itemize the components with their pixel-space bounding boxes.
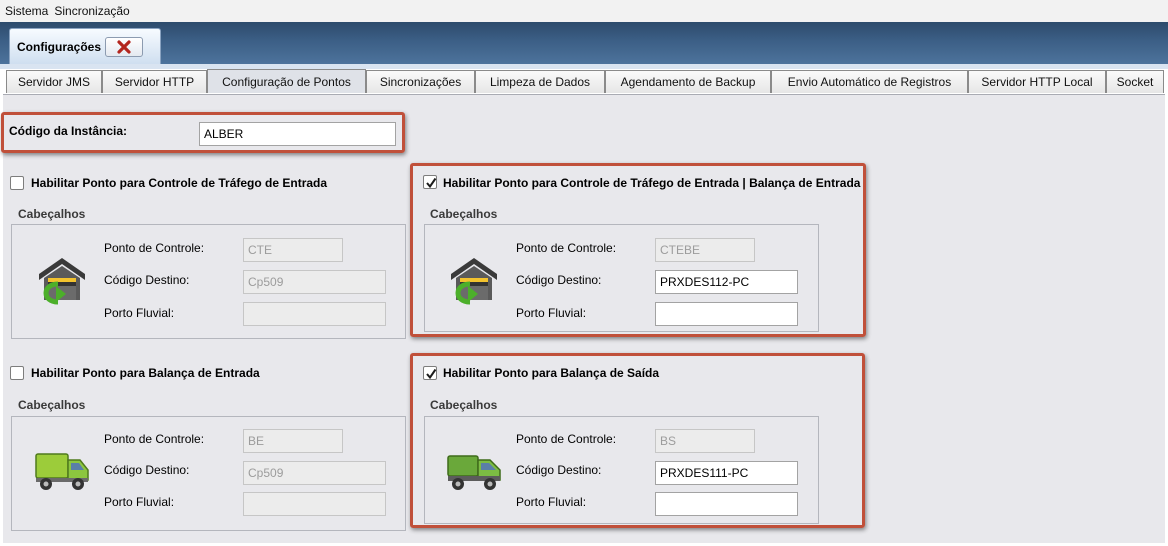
porto-fluvial-label: Porto Fluvial: bbox=[516, 495, 587, 509]
header-trafego-entrada: Cabeçalhos bbox=[18, 207, 86, 221]
instance-code-input[interactable]: ALBER bbox=[199, 122, 396, 146]
config-tabs: Servidor JMS Servidor HTTP Configuração … bbox=[0, 69, 1168, 94]
tab-servidor-http[interactable]: Servidor HTTP bbox=[102, 70, 207, 93]
checkmark-icon bbox=[426, 368, 437, 380]
porto-fluvial-label: Porto Fluvial: bbox=[104, 495, 175, 509]
tab-socket[interactable]: Socket bbox=[1106, 70, 1164, 93]
checkbox-trafego-balanca-entrada[interactable] bbox=[423, 175, 437, 189]
checkmark-icon bbox=[426, 177, 437, 189]
porto-fluvial-input[interactable] bbox=[243, 492, 386, 516]
header-trafego-balanca-entrada: Cabeçalhos bbox=[430, 207, 498, 221]
tab-envio-automatico-de-registros[interactable]: Envio Automático de Registros bbox=[771, 70, 968, 93]
menu-bar: Sistema Sincronização bbox=[0, 0, 1168, 22]
app-tab-label: Configurações bbox=[17, 39, 102, 54]
close-icon bbox=[117, 39, 131, 54]
header-balanca-saida: Cabeçalhos bbox=[430, 398, 498, 412]
porto-fluvial-label: Porto Fluvial: bbox=[104, 306, 175, 320]
close-tab-button[interactable] bbox=[105, 36, 144, 57]
ponto-controle-input[interactable]: CTEBE bbox=[655, 238, 755, 262]
codigo-destino-input[interactable]: Cp509 bbox=[243, 270, 386, 294]
codigo-destino-label: Código Destino: bbox=[516, 463, 602, 477]
porto-fluvial-label: Porto Fluvial: bbox=[516, 306, 587, 320]
tab-servidor-jms[interactable]: Servidor JMS bbox=[6, 70, 102, 93]
menu-sincronizacao[interactable]: Sincronização bbox=[54, 4, 129, 18]
tab-agendamento-de-backup[interactable]: Agendamento de Backup bbox=[605, 70, 771, 93]
instance-label: Código da Instância: bbox=[9, 124, 128, 138]
app-tab-bar: Configurações bbox=[0, 22, 1168, 64]
garage-arrow-icon bbox=[451, 258, 497, 305]
tab-servidor-http-local[interactable]: Servidor HTTP Local bbox=[968, 70, 1106, 93]
checkbox-trafego-entrada-label: Habilitar Ponto para Controle de Tráfego… bbox=[31, 176, 328, 190]
checkbox-balanca-entrada-label: Habilitar Ponto para Balança de Entrada bbox=[31, 366, 260, 380]
porto-fluvial-input[interactable] bbox=[655, 302, 798, 326]
porto-fluvial-input[interactable] bbox=[655, 492, 798, 516]
ponto-controle-label: Ponto de Controle: bbox=[104, 241, 205, 255]
codigo-destino-label: Código Destino: bbox=[104, 273, 190, 287]
app-tab-configuracoes[interactable]: Configurações bbox=[9, 28, 161, 64]
codigo-destino-input[interactable]: PRXDES112-PC bbox=[655, 270, 798, 294]
checkbox-trafego-entrada[interactable] bbox=[10, 176, 24, 190]
ponto-controle-input[interactable]: BE bbox=[243, 429, 343, 453]
ponto-controle-label: Ponto de Controle: bbox=[104, 432, 205, 446]
codigo-destino-input[interactable]: Cp509 bbox=[243, 461, 386, 485]
codigo-destino-label: Código Destino: bbox=[516, 273, 602, 287]
tab-configuracao-de-pontos[interactable]: Configuração de Pontos bbox=[207, 69, 366, 93]
ponto-controle-label: Ponto de Controle: bbox=[516, 432, 617, 446]
truck-icon bbox=[35, 453, 89, 490]
porto-fluvial-input[interactable] bbox=[243, 302, 386, 326]
garage-arrow-icon bbox=[39, 258, 85, 305]
ponto-controle-input[interactable]: CTE bbox=[243, 238, 343, 262]
tab-sincronizacoes[interactable]: Sincronizações bbox=[366, 70, 475, 93]
ponto-controle-input[interactable]: BS bbox=[655, 429, 755, 453]
checkbox-trafego-balanca-entrada-label: Habilitar Ponto para Controle de Tráfego… bbox=[443, 176, 861, 190]
checkbox-balanca-entrada[interactable] bbox=[10, 366, 24, 380]
tab-limpeza-de-dados[interactable]: Limpeza de Dados bbox=[475, 70, 605, 93]
checkbox-balanca-saida-label: Habilitar Ponto para Balança de Saída bbox=[443, 366, 660, 380]
codigo-destino-label: Código Destino: bbox=[104, 463, 190, 477]
checkbox-balanca-saida[interactable] bbox=[423, 366, 437, 380]
truck-icon bbox=[447, 455, 501, 490]
menu-sistema[interactable]: Sistema bbox=[5, 4, 48, 18]
header-balanca-entrada: Cabeçalhos bbox=[18, 398, 86, 412]
codigo-destino-input[interactable]: PRXDES111-PC bbox=[655, 461, 798, 485]
ponto-controle-label: Ponto de Controle: bbox=[516, 241, 617, 255]
